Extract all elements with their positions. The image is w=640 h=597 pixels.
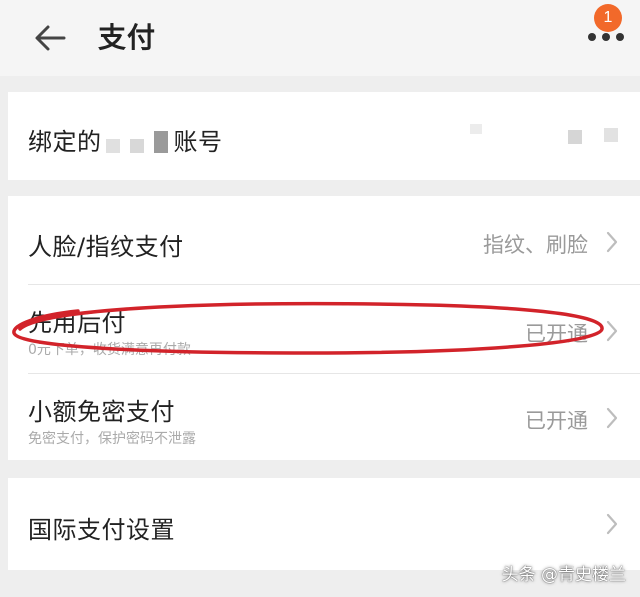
- international-pay-row[interactable]: 国际支付设置: [8, 478, 640, 570]
- account-card: 绑定的 账号: [8, 92, 640, 180]
- more-button[interactable]: 1: [578, 2, 634, 54]
- arrow-left-icon: [35, 25, 66, 51]
- small-amount-pay-title: 小额免密支付: [28, 398, 175, 426]
- bound-account-row[interactable]: 绑定的 账号: [8, 92, 640, 180]
- watermark: 头条 @青史楼兰: [501, 565, 626, 585]
- back-button[interactable]: [26, 16, 74, 60]
- small-amount-pay-status: 已开通: [525, 409, 588, 433]
- bound-account-label: 绑定的 账号: [28, 122, 223, 157]
- highlight-ellipse-annotation: [12, 301, 604, 355]
- chevron-right-icon: [606, 231, 618, 253]
- international-pay-title: 国际支付设置: [28, 516, 175, 544]
- bound-account-prefix: 绑定的: [28, 128, 102, 156]
- international-pay-card: 国际支付设置: [8, 478, 640, 570]
- small-amount-pay-row[interactable]: 小额免密支付 免密支付，保护密码不泄露 已开通: [8, 374, 640, 460]
- chevron-right-icon: [606, 513, 618, 535]
- face-fingerprint-pay-value: 指纹、刷脸: [483, 233, 588, 257]
- redacted-account-name: [102, 131, 174, 153]
- chevron-right-icon: [606, 407, 618, 429]
- face-fingerprint-pay-row[interactable]: 人脸/指纹支付 指纹、刷脸: [8, 196, 640, 284]
- notification-badge: 1: [594, 4, 622, 32]
- page-title: 支付: [98, 21, 157, 54]
- small-amount-pay-subtitle: 免密支付，保护密码不泄露: [28, 431, 196, 447]
- top-bar: 支付 1: [0, 0, 640, 76]
- face-fingerprint-pay-title: 人脸/指纹支付: [28, 233, 184, 261]
- bound-account-suffix: 账号: [173, 128, 223, 156]
- more-dots-icon: [588, 33, 624, 41]
